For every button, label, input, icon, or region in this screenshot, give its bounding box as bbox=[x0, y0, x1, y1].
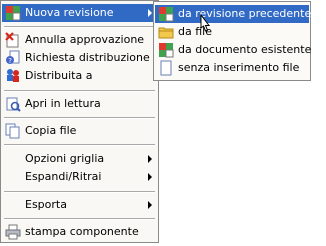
menu-item-annulla-approvazione[interactable]: Annulla approvazione bbox=[2, 31, 157, 49]
menu-separator bbox=[4, 90, 155, 92]
menu-item-nuova-revisione[interactable]: Nuova revisione bbox=[2, 4, 157, 22]
submenu-item-senza-inserimento-file[interactable]: senza inserimento file bbox=[155, 59, 309, 77]
menu-item-distribuita-a[interactable]: Distribuita a bbox=[2, 67, 157, 85]
revision-icon bbox=[5, 5, 21, 21]
menu-separator bbox=[4, 191, 155, 193]
submenu-arrow-icon bbox=[148, 9, 152, 17]
menu-item-label: Copia file bbox=[25, 124, 77, 137]
menu-item-apri-in-lettura[interactable]: Apri in lettura bbox=[2, 95, 157, 113]
menu-item-label: Richiesta distribuzione bbox=[25, 51, 150, 64]
previous-revision-icon bbox=[158, 6, 174, 22]
submenu-arrow-icon bbox=[148, 155, 152, 163]
open-read-icon bbox=[5, 96, 21, 112]
menu-item-label: Esporta bbox=[25, 198, 67, 211]
print-icon bbox=[5, 224, 21, 240]
menu-item-label: Nuova revisione bbox=[25, 6, 114, 19]
distribution-request-icon: ? bbox=[5, 50, 21, 66]
submenu-item-da-revisione-precedente[interactable]: da revisione precedente bbox=[155, 5, 311, 23]
menu-item-esporta[interactable]: Esporta bbox=[2, 196, 157, 214]
menu-item-label: Espandi/Ritrai bbox=[25, 170, 102, 183]
folder-icon bbox=[158, 24, 174, 40]
menu-item-espandi-ritrai[interactable]: Espandi/Ritrai bbox=[2, 168, 157, 186]
menu-item-richiesta-distribuzione[interactable]: ? Richiesta distribuzione bbox=[2, 49, 157, 67]
menu-item-label: Distribuita a bbox=[25, 69, 93, 82]
menu-item-label: Opzioni griglia bbox=[25, 152, 105, 165]
submenu-nuova-revisione: da revisione precedente da file da docum… bbox=[153, 1, 311, 81]
cancel-approval-icon bbox=[5, 32, 21, 48]
menu-item-stampa-componente[interactable]: stampa componente bbox=[2, 223, 157, 241]
mouse-cursor-icon bbox=[200, 13, 211, 32]
submenu-item-da-file[interactable]: da file bbox=[155, 23, 309, 41]
menu-item-label: Apri in lettura bbox=[25, 97, 101, 110]
menu-separator bbox=[4, 218, 155, 220]
menu-separator bbox=[4, 26, 155, 28]
distributed-to-icon bbox=[5, 68, 21, 84]
blank-document-icon bbox=[158, 60, 174, 76]
menu-item-opzioni-griglia[interactable]: Opzioni griglia bbox=[2, 150, 157, 168]
menu-item-label: Annulla approvazione bbox=[25, 33, 145, 46]
submenu-arrow-icon bbox=[148, 201, 152, 209]
menu-item-copia-file[interactable]: Copia file bbox=[2, 122, 157, 140]
submenu-item-label: senza inserimento file bbox=[178, 61, 300, 74]
submenu-item-da-documento-esistente[interactable]: da documento esistente bbox=[155, 41, 312, 59]
menu-separator bbox=[4, 117, 155, 119]
submenu-arrow-icon bbox=[148, 173, 152, 181]
svg-text:?: ? bbox=[8, 57, 12, 65]
existing-document-icon bbox=[158, 42, 174, 58]
context-menu: Nuova revisione Annulla approvazione ? R… bbox=[0, 0, 159, 243]
copy-file-icon bbox=[5, 123, 21, 139]
submenu-item-label: da documento esistente bbox=[178, 43, 312, 56]
menu-item-label: stampa componente bbox=[25, 225, 139, 238]
menu-separator bbox=[4, 144, 155, 146]
